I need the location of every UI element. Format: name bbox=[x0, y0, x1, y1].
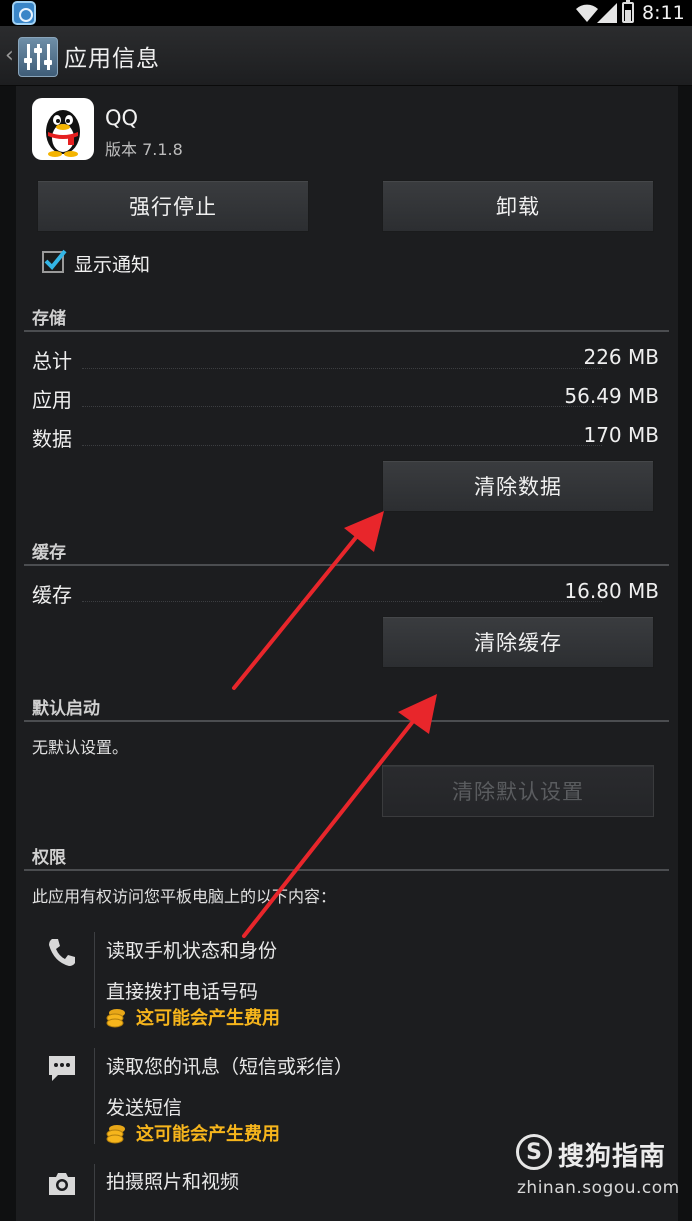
permission-call-phone[interactable]: 直接拨打电话号码 bbox=[106, 977, 258, 1004]
clear-cache-button[interactable]: 清除缓存 bbox=[382, 616, 654, 668]
battery-icon bbox=[622, 0, 634, 23]
dotted-leader bbox=[82, 368, 602, 369]
coins-icon bbox=[106, 1125, 125, 1144]
sogou-logo-icon: S bbox=[516, 1134, 552, 1170]
storage-total-value: 226 MB bbox=[583, 345, 659, 369]
back-chevron-icon[interactable]: ‹ bbox=[5, 43, 14, 68]
permissions-divider bbox=[24, 869, 669, 871]
permission-divider bbox=[94, 932, 95, 1028]
permissions-header: 权限 bbox=[32, 848, 66, 868]
storage-data-label: 数据 bbox=[32, 427, 72, 451]
notification-app-icon bbox=[12, 1, 36, 25]
cost-warning: 这可能会产生费用 bbox=[136, 1124, 280, 1145]
cost-warning: 这可能会产生费用 bbox=[136, 1008, 280, 1029]
checkmark-icon bbox=[44, 249, 67, 270]
no-defaults-text: 无默认设置。 bbox=[32, 738, 129, 757]
show-notification-checkbox[interactable] bbox=[42, 249, 67, 273]
uninstall-button[interactable]: 卸载 bbox=[382, 180, 654, 232]
cache-header: 缓存 bbox=[32, 543, 66, 563]
permission-camera[interactable]: 拍摄照片和视频 bbox=[106, 1167, 239, 1194]
message-icon bbox=[49, 1056, 75, 1081]
dotted-leader bbox=[82, 406, 602, 407]
storage-app-value: 56.49 MB bbox=[564, 384, 659, 408]
storage-app-label: 应用 bbox=[32, 388, 72, 412]
storage-data-value: 170 MB bbox=[583, 423, 659, 447]
show-notification-label: 显示通知 bbox=[74, 254, 151, 276]
watermark-url: zhinan.sogou.com bbox=[517, 1178, 680, 1198]
settings-icon[interactable] bbox=[18, 37, 58, 77]
qq-app-icon bbox=[32, 98, 94, 160]
permission-read-messages[interactable]: 读取您的讯息（短信或彩信） bbox=[106, 1052, 353, 1079]
coins-icon bbox=[106, 1009, 125, 1028]
app-name: QQ bbox=[105, 106, 139, 130]
storage-header: 存储 bbox=[32, 309, 66, 329]
cache-divider bbox=[24, 564, 669, 566]
clear-defaults-button: 清除默认设置 bbox=[382, 765, 654, 817]
permission-send-sms[interactable]: 发送短信 bbox=[106, 1093, 182, 1120]
page-title: 应用信息 bbox=[64, 46, 160, 72]
clock: 8:11 bbox=[642, 2, 685, 24]
signal-icon bbox=[597, 3, 617, 23]
watermark-brand: 搜狗指南 bbox=[558, 1142, 667, 1172]
dotted-leader bbox=[82, 445, 602, 446]
camera-icon bbox=[49, 1173, 75, 1195]
wifi-icon bbox=[576, 4, 598, 22]
dotted-leader bbox=[82, 601, 602, 602]
storage-total-label: 总计 bbox=[32, 349, 72, 373]
storage-divider bbox=[24, 330, 669, 332]
phone-icon bbox=[49, 939, 75, 966]
default-launch-divider bbox=[24, 720, 669, 722]
permission-read-phone-state[interactable]: 读取手机状态和身份 bbox=[106, 936, 277, 963]
action-bar: ‹ 应用信息 bbox=[0, 26, 692, 86]
app-version: 版本 7.1.8 bbox=[105, 140, 183, 159]
force-stop-button[interactable]: 强行停止 bbox=[37, 180, 309, 232]
permissions-intro: 此应用有权访问您平板电脑上的以下内容： bbox=[32, 887, 337, 906]
default-launch-header: 默认启动 bbox=[32, 699, 100, 719]
cache-value: 16.80 MB bbox=[564, 579, 659, 603]
status-bar: 8:11 bbox=[0, 0, 692, 26]
permission-divider bbox=[94, 1048, 95, 1144]
cache-label: 缓存 bbox=[32, 583, 72, 607]
permission-divider bbox=[94, 1164, 95, 1221]
clear-data-button[interactable]: 清除数据 bbox=[382, 460, 654, 512]
